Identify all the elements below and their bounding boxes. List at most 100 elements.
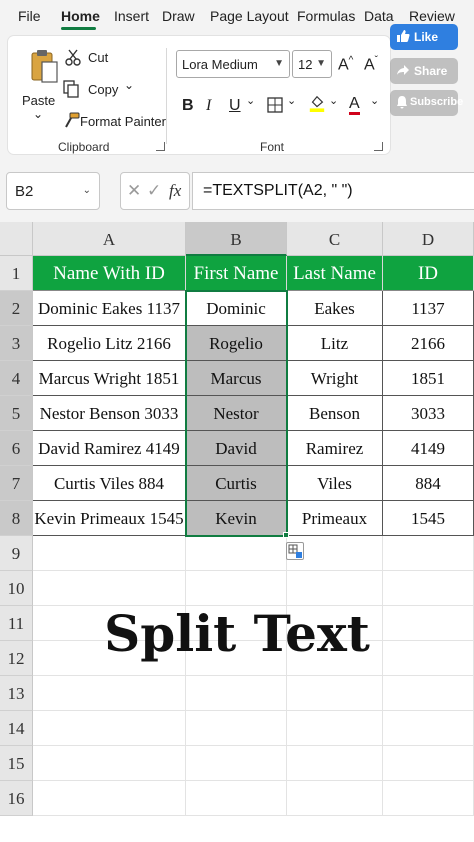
row-header-14[interactable]: 14 [0, 711, 33, 746]
row-header-7[interactable]: 7 [0, 466, 33, 501]
borders-icon[interactable] [266, 96, 284, 114]
cell-b5[interactable]: Nestor [186, 396, 287, 431]
cancel-icon[interactable]: ✕ [127, 181, 141, 201]
increase-font-size-button[interactable]: A^ [338, 55, 353, 74]
cell-a9[interactable] [33, 536, 186, 571]
row-header-1[interactable]: 1 [0, 256, 33, 291]
underline-dropdown-icon[interactable]: ⌄ [246, 94, 255, 107]
cell-d2[interactable]: 1137 [383, 291, 474, 326]
cell-c6[interactable]: Ramirez [287, 431, 383, 466]
cell-c13[interactable] [287, 676, 383, 711]
font-color-dropdown-icon[interactable]: ⌄ [370, 94, 379, 107]
cell-b8[interactable]: Kevin [186, 501, 287, 536]
copy-dropdown-icon[interactable]: ⌄ [124, 78, 134, 92]
cell-b10[interactable] [186, 571, 287, 606]
column-header-d[interactable]: D [383, 222, 474, 256]
cell-b2[interactable]: Dominic [186, 291, 287, 326]
cell-d9[interactable] [383, 536, 474, 571]
cell-c2[interactable]: Eakes [287, 291, 383, 326]
header-cell-c[interactable]: Last Name [287, 256, 383, 291]
cell-d5[interactable]: 3033 [383, 396, 474, 431]
clipboard-launcher-icon[interactable] [156, 142, 165, 151]
font-color-button[interactable]: A [349, 96, 360, 115]
cell-a6[interactable]: David Ramirez 4149 [33, 431, 186, 466]
bold-button[interactable]: B [182, 97, 194, 115]
row-header-10[interactable]: 10 [0, 571, 33, 606]
tab-data[interactable]: Data [364, 8, 394, 24]
fill-color-dropdown-icon[interactable]: ⌄ [329, 94, 338, 107]
row-header-9[interactable]: 9 [0, 536, 33, 571]
borders-dropdown-icon[interactable]: ⌄ [287, 94, 296, 107]
row-header-6[interactable]: 6 [0, 431, 33, 466]
row-header-15[interactable]: 15 [0, 746, 33, 781]
share-button[interactable]: Share [390, 58, 458, 84]
cell-d10[interactable] [383, 571, 474, 606]
cell-b15[interactable] [186, 746, 287, 781]
cell-d7[interactable]: 884 [383, 466, 474, 501]
cell-d6[interactable]: 4149 [383, 431, 474, 466]
name-box[interactable]: B2 ⌄ [6, 172, 100, 210]
cell-a3[interactable]: Rogelio Litz 2166 [33, 326, 186, 361]
cell-d14[interactable] [383, 711, 474, 746]
cell-c3[interactable]: Litz [287, 326, 383, 361]
font-size-select[interactable]: 12 ▼ [292, 50, 332, 78]
tab-formulas[interactable]: Formulas [297, 8, 355, 24]
cell-c10[interactable] [287, 571, 383, 606]
row-header-8[interactable]: 8 [0, 501, 33, 536]
cell-c8[interactable]: Primeaux [287, 501, 383, 536]
row-header-5[interactable]: 5 [0, 396, 33, 431]
column-header-b[interactable]: B [186, 222, 287, 256]
quick-analysis-icon[interactable] [286, 542, 304, 560]
insert-function-icon[interactable]: fx [169, 181, 181, 201]
row-header-2[interactable]: 2 [0, 291, 33, 326]
cell-c7[interactable]: Viles [287, 466, 383, 501]
cell-c14[interactable] [287, 711, 383, 746]
cell-b13[interactable] [186, 676, 287, 711]
tab-file[interactable]: File [18, 8, 41, 24]
tab-page-layout[interactable]: Page Layout [210, 8, 289, 24]
italic-button[interactable]: I [206, 97, 211, 115]
cell-a16[interactable] [33, 781, 186, 816]
tab-review[interactable]: Review [409, 8, 455, 24]
tab-draw[interactable]: Draw [162, 8, 195, 24]
cell-b9[interactable] [186, 536, 287, 571]
row-header-13[interactable]: 13 [0, 676, 33, 711]
cell-a13[interactable] [33, 676, 186, 711]
cell-a4[interactable]: Marcus Wright 1851 [33, 361, 186, 396]
tab-home[interactable]: Home [61, 8, 100, 24]
cell-c15[interactable] [287, 746, 383, 781]
underline-button[interactable]: U [229, 97, 241, 115]
cell-a10[interactable] [33, 571, 186, 606]
cell-d16[interactable] [383, 781, 474, 816]
cell-a7[interactable]: Curtis Viles 884 [33, 466, 186, 501]
cell-c5[interactable]: Benson [287, 396, 383, 431]
column-header-a[interactable]: A [33, 222, 186, 256]
cell-a2[interactable]: Dominic Eakes 1137 [33, 291, 186, 326]
cell-d4[interactable]: 1851 [383, 361, 474, 396]
subscribe-button[interactable]: Subscribe [390, 90, 463, 116]
cell-d3[interactable]: 2166 [383, 326, 474, 361]
cell-b14[interactable] [186, 711, 287, 746]
cell-b16[interactable] [186, 781, 287, 816]
tab-insert[interactable]: Insert [114, 8, 149, 24]
cell-b6[interactable]: David [186, 431, 287, 466]
cell-b7[interactable]: Curtis [186, 466, 287, 501]
enter-icon[interactable]: ✓ [147, 181, 161, 201]
cell-a8[interactable]: Kevin Primeaux 1545 [33, 501, 186, 536]
header-cell-d[interactable]: ID [383, 256, 474, 291]
cell-a14[interactable] [33, 711, 186, 746]
paste-dropdown-icon[interactable]: ⌄ [33, 107, 43, 121]
decrease-font-size-button[interactable]: Aˇ [364, 55, 378, 74]
cell-b4[interactable]: Marcus [186, 361, 287, 396]
like-button[interactable]: Like [390, 24, 458, 50]
formula-input[interactable]: =TEXTSPLIT(A2, " ") [192, 172, 474, 210]
cell-c4[interactable]: Wright [287, 361, 383, 396]
fill-handle[interactable] [283, 532, 289, 538]
header-cell-b[interactable]: First Name [186, 256, 287, 291]
cell-d13[interactable] [383, 676, 474, 711]
cell-a5[interactable]: Nestor Benson 3033 [33, 396, 186, 431]
cell-a15[interactable] [33, 746, 186, 781]
column-header-c[interactable]: C [287, 222, 383, 256]
cell-d8[interactable]: 1545 [383, 501, 474, 536]
font-launcher-icon[interactable] [374, 142, 383, 151]
